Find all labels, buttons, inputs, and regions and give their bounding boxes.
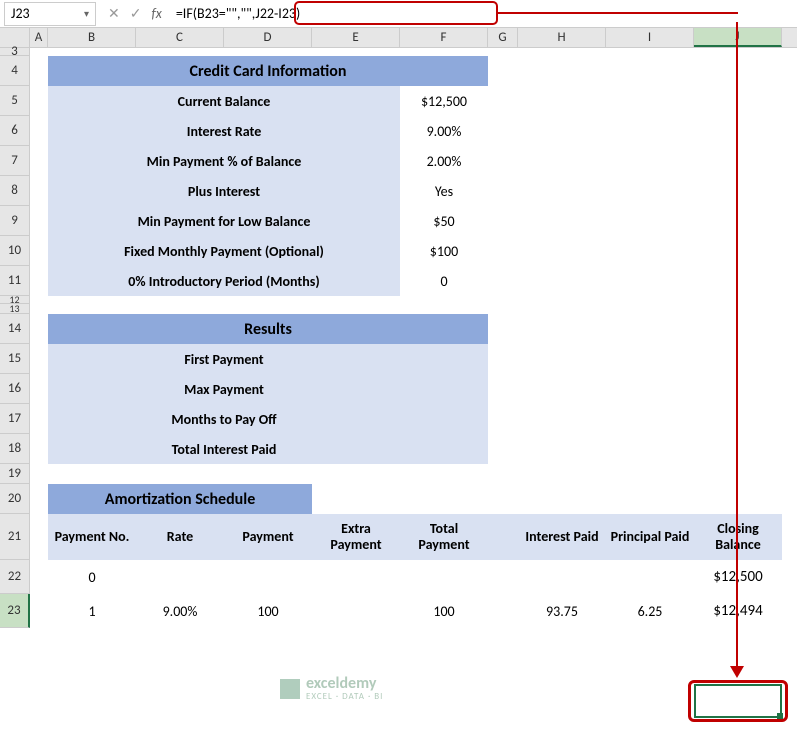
cell-E23[interactable] [312, 594, 400, 628]
row-header-22[interactable]: 22 [0, 560, 30, 594]
row-header-7[interactable]: 7 [0, 146, 30, 176]
row-header-17[interactable]: 17 [0, 404, 30, 434]
results-label-first: First Payment [48, 344, 400, 374]
col-header-H[interactable]: H [518, 28, 606, 47]
row-header-15[interactable]: 15 [0, 344, 30, 374]
results-label-months: Months to Pay Off [48, 404, 400, 434]
row-header-21[interactable]: 21 [0, 514, 30, 560]
results-section-header: Results [48, 314, 488, 344]
row-header-18[interactable]: 18 [0, 434, 30, 464]
cc-label-minpct: Min Payment % of Balance [48, 146, 400, 176]
results-label-max: Max Payment [48, 374, 400, 404]
cc-val-minlow[interactable]: $50 [400, 206, 488, 236]
row-header-20[interactable]: 20 [0, 484, 30, 514]
grid-body: 3 4 Credit Card Information 5 Current Bal… [0, 48, 797, 628]
col-header-J[interactable]: J [694, 28, 782, 47]
cell-J22[interactable]: $12,500 [694, 560, 782, 594]
arrow-connector [498, 12, 738, 14]
worksheet: A B C D E F G H I J 3 4 Credit Card Info… [0, 28, 797, 628]
cancel-icon[interactable]: ✕ [108, 5, 120, 22]
cell-H22[interactable] [518, 560, 606, 594]
name-box-dropdown-icon[interactable]: ▾ [84, 7, 89, 20]
amort-hdr-closing: Closing Balance [694, 514, 782, 560]
cell-J23[interactable]: $12,494 [694, 594, 782, 628]
cc-val-fixed[interactable]: $100 [400, 236, 488, 266]
amort-hdr-no: Payment No. [48, 514, 136, 560]
watermark-name: exceldemy [306, 676, 383, 692]
row-header-19[interactable]: 19 [0, 464, 30, 484]
amort-hdr-extra: Extra Payment [312, 514, 400, 560]
row-header-3[interactable]: 3 [0, 48, 30, 56]
cc-label-rate: Interest Rate [48, 116, 400, 146]
col-header-D[interactable]: D [224, 28, 312, 47]
column-headers: A B C D E F G H I J [0, 28, 797, 48]
amort-hdr-total: Total Payment [400, 514, 488, 560]
fx-icon[interactable]: fx [151, 5, 161, 22]
amort-section-header: Amortization Schedule [48, 484, 312, 514]
cc-val-plusint[interactable]: Yes [400, 176, 488, 206]
cell-C22[interactable] [136, 560, 224, 594]
watermark: exceldemy EXCEL · DATA · BI [280, 676, 383, 701]
enter-icon[interactable]: ✓ [130, 5, 142, 22]
row-header-5[interactable]: 5 [0, 86, 30, 116]
row-header-9[interactable]: 9 [0, 206, 30, 236]
cc-val-rate[interactable]: 9.00% [400, 116, 488, 146]
cell-E22[interactable] [312, 560, 400, 594]
row-header-16[interactable]: 16 [0, 374, 30, 404]
amort-hdr-payment: Payment [224, 514, 312, 560]
fill-handle[interactable] [777, 713, 783, 719]
arrow-line [736, 22, 738, 670]
row-header-6[interactable]: 6 [0, 116, 30, 146]
cell-B23[interactable]: 1 [48, 594, 136, 628]
results-label-total: Total Interest Paid [48, 434, 400, 464]
col-header-E[interactable]: E [312, 28, 400, 47]
cell-G23[interactable] [488, 594, 518, 628]
row-header-23[interactable]: 23 [0, 594, 30, 628]
cell-G22[interactable] [488, 560, 518, 594]
cc-label-balance: Current Balance [48, 86, 400, 116]
cc-label-fixed: Fixed Monthly Payment (Optional) [48, 236, 400, 266]
row-header-10[interactable]: 10 [0, 236, 30, 266]
cell-I23[interactable]: 6.25 [606, 594, 694, 628]
cell-I22[interactable] [606, 560, 694, 594]
col-header-C[interactable]: C [136, 28, 224, 47]
cc-label-plusint: Plus Interest [48, 176, 400, 206]
cell-D23[interactable]: 100 [224, 594, 312, 628]
col-header-G[interactable]: G [488, 28, 518, 47]
row-header-4[interactable]: 4 [0, 56, 30, 86]
cc-val-balance[interactable]: $12,500 [400, 86, 488, 116]
amort-hdr-principal: Principal Paid [606, 514, 694, 560]
watermark-tag: EXCEL · DATA · BI [306, 692, 383, 701]
cell-H23[interactable]: 93.75 [518, 594, 606, 628]
cc-label-intro: 0% Introductory Period (Months) [48, 266, 400, 296]
amort-hdr-gap [488, 514, 518, 560]
col-header-I[interactable]: I [606, 28, 694, 47]
amort-hdr-rate: Rate [136, 514, 224, 560]
row-header-8[interactable]: 8 [0, 176, 30, 206]
cc-section-header: Credit Card Information [48, 56, 488, 86]
watermark-icon [280, 679, 300, 699]
cc-label-minlow: Min Payment for Low Balance [48, 206, 400, 236]
cc-val-intro[interactable]: 0 [400, 266, 488, 296]
arrow-head-icon [730, 666, 744, 678]
cell-F22[interactable] [400, 560, 488, 594]
cell-F23[interactable]: 100 [400, 594, 488, 628]
row-header-13[interactable]: 13 [0, 304, 30, 314]
amort-hdr-interest: Interest Paid [518, 514, 606, 560]
col-header-A[interactable]: A [30, 28, 48, 47]
col-header-F[interactable]: F [400, 28, 488, 47]
row-header-14[interactable]: 14 [0, 314, 30, 344]
col-header-B[interactable]: B [48, 28, 136, 47]
cc-val-minpct[interactable]: 2.00% [400, 146, 488, 176]
name-box[interactable]: J23 ▾ [4, 2, 96, 26]
formula-bar: J23 ▾ ✕ ✓ fx =IF(B23="","",J22-I23) [0, 0, 797, 28]
formula-bar-icons: ✕ ✓ fx [100, 5, 170, 22]
cell-D22[interactable] [224, 560, 312, 594]
cell-B22[interactable]: 0 [48, 560, 136, 594]
formula-text: =IF(B23="","",J22-I23) [176, 5, 300, 22]
name-box-value: J23 [11, 5, 30, 22]
row-header-11[interactable]: 11 [0, 266, 30, 296]
active-cell-outline [694, 684, 782, 718]
cell-C23[interactable]: 9.00% [136, 594, 224, 628]
